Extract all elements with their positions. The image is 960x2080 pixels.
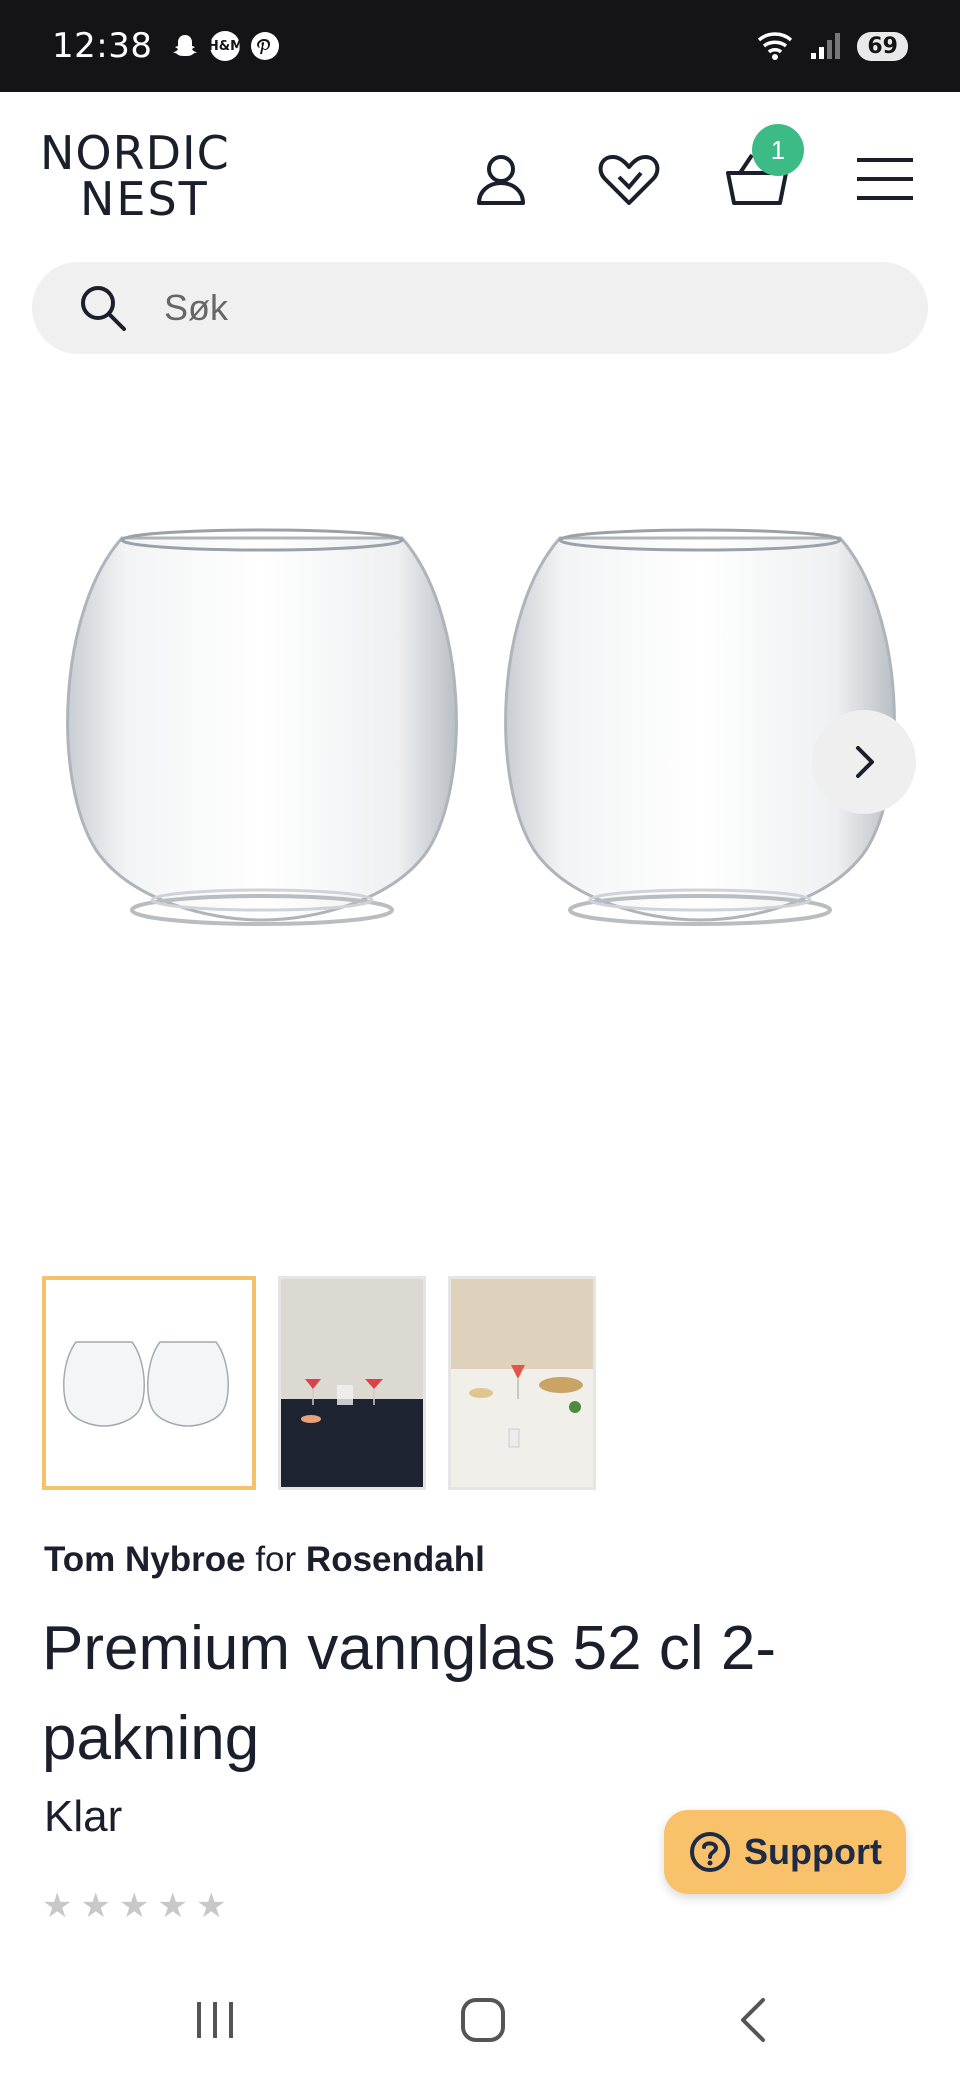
- notification-icons: H&M: [170, 31, 280, 61]
- star-icon: ★: [157, 1887, 188, 1925]
- search-icon: [81, 286, 126, 331]
- cart-count-badge: 1: [752, 124, 804, 176]
- support-button[interactable]: Support: [664, 1810, 906, 1894]
- star-icon: ★: [118, 1887, 150, 1925]
- recent-apps-button[interactable]: [180, 1990, 250, 2050]
- search-bar[interactable]: [32, 262, 928, 354]
- hm-icon: H&M: [208, 31, 243, 61]
- hamburger-menu-icon: [857, 158, 913, 200]
- thumbnail-3[interactable]: [448, 1276, 596, 1490]
- next-image-button[interactable]: [812, 710, 916, 814]
- site-header: NORDIC NEST 1: [0, 92, 960, 262]
- logo-line-2: NEST: [80, 172, 209, 226]
- rating-stars[interactable]: ★ ★ ★ ★ ★: [42, 1888, 226, 1924]
- thumbnail-glasses-image: [46, 1280, 252, 1486]
- back-chevron-icon: [741, 1998, 765, 2042]
- account-button[interactable]: [466, 144, 536, 214]
- thumbnail-2[interactable]: [278, 1276, 426, 1490]
- product-brand-line: Tom Nybroe for Rosendahl: [44, 1540, 485, 1580]
- snapchat-icon: [173, 35, 198, 56]
- thumbnail-1[interactable]: [42, 1276, 256, 1490]
- search-input[interactable]: [164, 287, 814, 329]
- status-time: 12:38: [52, 26, 153, 66]
- chevron-right-icon: [856, 746, 874, 778]
- menu-button[interactable]: [850, 144, 920, 214]
- product-variant: Klar: [44, 1792, 123, 1841]
- heart-icon: [598, 155, 660, 205]
- glasses-image: [66, 528, 896, 926]
- signal-icon: [811, 33, 841, 59]
- wishlist-button[interactable]: [594, 144, 664, 214]
- brand-connector: for: [255, 1540, 297, 1579]
- home-button[interactable]: [448, 1990, 518, 2050]
- status-right: 69: [755, 30, 908, 62]
- product-title: Premium vannglas 52 cl 2-pakning: [42, 1614, 776, 1773]
- user-icon: [477, 155, 525, 205]
- support-label: Support: [744, 1831, 882, 1872]
- thumbnail-table-setting-image: [451, 1279, 593, 1487]
- system-nav-bar: [0, 1960, 960, 2080]
- logo-line-1: NORDIC: [40, 126, 230, 180]
- battery-indicator: 69: [857, 31, 908, 61]
- cart-button[interactable]: 1: [722, 124, 804, 214]
- help-circle-icon: [690, 1832, 730, 1872]
- product-main-image[interactable]: [0, 380, 960, 1240]
- designer-name[interactable]: Tom Nybroe: [44, 1540, 246, 1579]
- thumbnail-cocktail-image: [281, 1279, 423, 1487]
- recent-apps-icon: [197, 2002, 233, 2038]
- brand-name[interactable]: Rosendahl: [306, 1540, 485, 1579]
- nordic-nest-logo[interactable]: NORDIC NEST: [40, 130, 250, 222]
- home-icon: [461, 1998, 505, 2042]
- star-icon: ★: [195, 1887, 227, 1925]
- status-bar: 12:38 H&M 69: [0, 0, 960, 92]
- pinterest-icon: [251, 32, 280, 60]
- star-icon: ★: [42, 1887, 73, 1925]
- star-icon: ★: [80, 1887, 111, 1925]
- thumbnail-strip: [42, 1276, 596, 1490]
- back-button[interactable]: [718, 1990, 788, 2050]
- wifi-icon: [758, 32, 793, 60]
